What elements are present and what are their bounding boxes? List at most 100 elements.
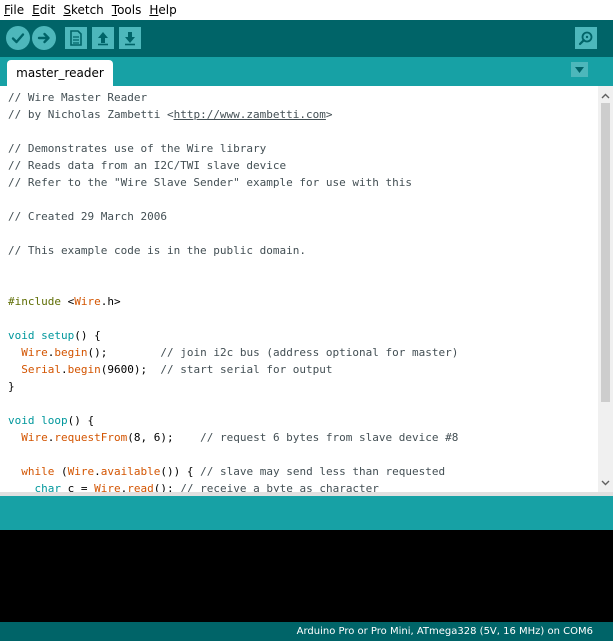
new-button[interactable] <box>65 27 87 49</box>
menu-sketch[interactable]: Sketch <box>63 0 103 20</box>
code-line: #include <Wire.h> <box>8 293 121 310</box>
code-token: c = <box>61 482 95 492</box>
code-token: char <box>34 482 62 492</box>
save-button[interactable] <box>119 27 141 49</box>
save-down-arrow-icon <box>125 32 135 46</box>
code-token: begin <box>67 363 101 376</box>
code-token: loop <box>41 414 68 427</box>
triangle-down-icon <box>575 66 584 73</box>
menu-accelerator: E <box>32 3 40 17</box>
verify-check-icon <box>11 33 25 44</box>
code-token: Wire <box>21 431 48 444</box>
code-token: ()) { <box>160 465 201 478</box>
serial-monitor-button[interactable] <box>575 27 597 49</box>
code-token: // Reads data from an I2C/TWI slave devi… <box>8 159 287 172</box>
code-token: void <box>8 414 35 427</box>
code-line: Wire.requestFrom(8, 6); // request 6 byt… <box>8 429 458 446</box>
code-line: void setup() { <box>8 327 101 344</box>
scroll-down-arrow-icon[interactable] <box>598 475 613 490</box>
code-token: Wire <box>67 465 95 478</box>
code-token: .h> <box>100 295 121 308</box>
code-token: ( <box>54 465 68 478</box>
serial-monitor-magnifier-icon <box>578 31 593 46</box>
tab-label: master_reader <box>16 66 104 80</box>
tab-menu-button[interactable] <box>571 62 588 77</box>
scroll-up-arrow-icon[interactable] <box>598 88 613 103</box>
editor-scrollbar[interactable] <box>598 86 613 492</box>
menu-accelerator: S <box>63 3 71 17</box>
menu-label-rest: ools <box>117 3 142 17</box>
code-line: } <box>8 378 15 395</box>
code-token: // join i2c bus (address optional for ma… <box>160 346 459 359</box>
code-token: // Created 29 March 2006 <box>8 210 167 223</box>
code-token: (8, 6); <box>127 431 201 444</box>
code-token: available <box>100 465 161 478</box>
code-token: () { <box>74 329 101 342</box>
code-token: void <box>8 329 35 342</box>
menu-label-rest: ile <box>10 3 25 17</box>
console-output <box>0 530 613 622</box>
upload-button[interactable] <box>32 26 56 50</box>
open-up-arrow-icon <box>98 32 108 46</box>
code-line: // Wire Master Reader <box>8 89 147 106</box>
code-editor[interactable]: // Wire Master Reader // by Nicholas Zamb… <box>0 86 598 492</box>
code-token: Wire <box>74 295 101 308</box>
code-line: Serial.begin(9600); // start serial for … <box>8 361 332 378</box>
menu-edit[interactable]: Edit <box>32 0 55 20</box>
code-token: Wire <box>94 482 121 492</box>
code-token: > <box>325 108 333 121</box>
menu-bar: File Edit Sketch Tools Help <box>0 0 613 20</box>
code-line: // Created 29 March 2006 <box>8 208 167 225</box>
code-token: // Demonstrates use of the Wire library <box>8 142 267 155</box>
scrollbar-thumb[interactable] <box>601 103 610 402</box>
code-line: Wire.begin(); // join i2c bus (address o… <box>8 344 458 361</box>
code-token: setup <box>41 329 75 342</box>
code-line: char c = Wire.read(); // receive a byte … <box>8 480 379 492</box>
code-line: // Refer to the "Wire Slave Sender" exam… <box>8 174 412 191</box>
code-token: #include <box>8 295 68 308</box>
code-line: // by Nicholas Zambetti <http://www.zamb… <box>8 106 333 123</box>
code-token: // request 6 bytes from slave device #8 <box>200 431 459 444</box>
code-token: Wire <box>21 346 48 359</box>
code-line: // This example code is in the public do… <box>8 242 306 259</box>
menu-tools[interactable]: Tools <box>112 0 142 20</box>
code-line: while (Wire.available()) { // slave may … <box>8 463 445 480</box>
code-token: () { <box>67 414 95 427</box>
code-token: (); <box>153 482 181 492</box>
code-line: void loop() { <box>8 412 94 429</box>
code-token: (); <box>87 346 161 359</box>
code-token: // Wire Master Reader <box>8 91 148 104</box>
menu-file[interactable]: File <box>4 0 24 20</box>
code-token: (9600); <box>100 363 161 376</box>
code-token: Serial <box>21 363 61 376</box>
board-info: Arduino Pro or Pro Mini, ATmega328 (5V, … <box>296 626 593 637</box>
code-token: read <box>127 482 154 492</box>
code-link[interactable]: http://www.zambetti.com <box>174 108 326 121</box>
code-token: // receive a byte as character <box>180 482 379 492</box>
code-token: // slave may send less than requested <box>200 465 446 478</box>
code-token: // Refer to the "Wire Slave Sender" exam… <box>8 176 412 189</box>
status-bar: Arduino Pro or Pro Mini, ATmega328 (5V, … <box>0 622 613 641</box>
menu-label-rest: elp <box>158 3 177 17</box>
upload-arrow-icon <box>37 32 50 44</box>
toolbar <box>0 20 613 57</box>
tab-strip: master_reader <box>0 57 613 86</box>
verify-button[interactable] <box>6 26 30 50</box>
message-area <box>0 496 613 530</box>
menu-help[interactable]: Help <box>149 0 176 20</box>
code-token: } <box>8 380 15 393</box>
menu-label-rest: ketch <box>70 3 104 17</box>
code-token: requestFrom <box>54 431 128 444</box>
menu-label-rest: dit <box>39 3 56 17</box>
tab-master-reader[interactable]: master_reader <box>7 60 113 86</box>
code-token: . <box>94 465 101 478</box>
code-token: . <box>61 363 68 376</box>
code-line: // Reads data from an I2C/TWI slave devi… <box>8 157 286 174</box>
open-button[interactable] <box>92 27 114 49</box>
code-token: // This example code is in the public do… <box>8 244 307 257</box>
